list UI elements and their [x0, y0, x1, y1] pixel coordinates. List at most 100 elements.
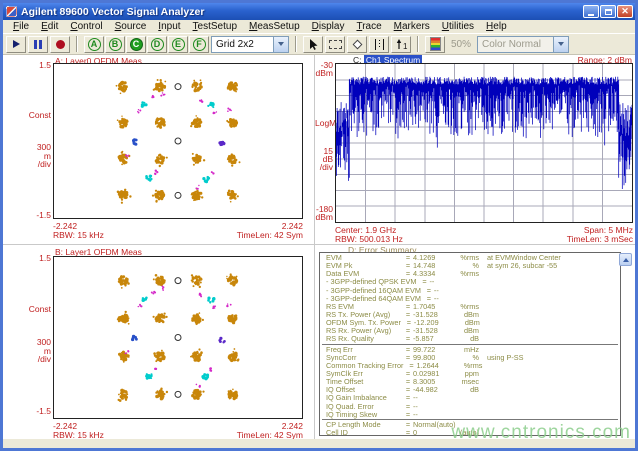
- record-icon: [56, 40, 65, 49]
- menu-edit[interactable]: Edit: [35, 21, 64, 32]
- status-bar: [3, 439, 635, 446]
- trace-a-plot-area[interactable]: [53, 63, 303, 219]
- toolbar-separator: [76, 36, 78, 52]
- trace-b-scale-label: 300 m /div: [5, 338, 51, 364]
- menu-help[interactable]: Help: [480, 21, 513, 32]
- trace-a-rbw-label: RBW: 15 kHz: [53, 230, 104, 240]
- trace-c-ymax-label: -30 dBm: [315, 61, 333, 77]
- trace-button-e[interactable]: E: [168, 36, 188, 53]
- colorbar-icon: [430, 37, 441, 51]
- trace-button-b[interactable]: B: [105, 36, 125, 53]
- zoom-box-icon: [329, 40, 342, 49]
- error-summary-body: EVM=4.1269%rmsat EVMWindow CenterEVM Pk=…: [326, 254, 620, 436]
- trace-a-scale-label: 300 m /div: [5, 143, 51, 169]
- marker-to-peak-button[interactable]: 1: [391, 36, 411, 53]
- trace-b-constellation: [54, 257, 302, 418]
- trace-button-f[interactable]: F: [189, 36, 209, 53]
- minimize-icon: [588, 14, 594, 16]
- marker-to-peak-icon: 1: [395, 38, 408, 51]
- trace-c-ymin-label: -180 dBm: [315, 205, 333, 221]
- menu-markers[interactable]: Markers: [388, 21, 436, 32]
- maximize-button[interactable]: [600, 5, 616, 18]
- menu-utilities[interactable]: Utilities: [436, 21, 480, 32]
- color-mode-value: Color Normal: [478, 37, 553, 52]
- pointer-icon: [307, 38, 319, 51]
- trace-c-timelen-label: TimeLen: 3 mSec: [567, 234, 633, 244]
- trace-button-c[interactable]: C: [126, 36, 146, 53]
- trace-b-plot-area[interactable]: [53, 256, 303, 419]
- window-controls: ✕: [583, 5, 633, 18]
- toolbar: ABCDEF Grid 2x2 1 50%: [3, 34, 635, 55]
- trace-a-format-label: Const: [5, 111, 51, 120]
- trace-buttons: ABCDEF: [84, 36, 209, 53]
- menu-file[interactable]: File: [7, 21, 35, 32]
- app-window: Agilent 89600 Vector Signal Analyzer ✕ F…: [0, 0, 638, 451]
- trace-button-a[interactable]: A: [84, 36, 104, 53]
- trace-b-format-label: Const: [5, 305, 51, 314]
- menu-source[interactable]: Source: [109, 21, 153, 32]
- window-title: Agilent 89600 Vector Signal Analyzer: [21, 6, 583, 18]
- trace-b-timelen-label: TimeLen: 42 Sym: [237, 430, 303, 439]
- trace-letter-f: F: [193, 38, 206, 51]
- trace-c-rbw-label: RBW: 500.013 Hz: [335, 234, 403, 244]
- marker-button[interactable]: [347, 36, 367, 53]
- trace-button-d[interactable]: D: [147, 36, 167, 53]
- menu-trace[interactable]: Trace: [350, 21, 387, 32]
- trace-letter-d: D: [151, 38, 164, 51]
- trace-b-rbw-label: RBW: 15 kHz: [53, 430, 104, 439]
- summary-row: IQ Timing Skew=--: [326, 411, 620, 419]
- trace-letter-b: B: [109, 38, 122, 51]
- pause-icon: [34, 40, 42, 49]
- trace-a-ymax-label: 1.5: [5, 61, 51, 70]
- trace-a-timelen-label: TimeLen: 42 Sym: [237, 230, 303, 240]
- color-zoom-percent: 50%: [447, 39, 475, 50]
- menu-input[interactable]: Input: [152, 21, 186, 32]
- summary-row: RS Rx. Quality=-5.857dB: [326, 335, 620, 343]
- trace-a-constellation: [54, 64, 302, 218]
- scroll-up-button[interactable]: [619, 253, 632, 266]
- menu-testsetup[interactable]: TestSetup: [187, 21, 243, 32]
- trace-b-ymin-label: -1.5: [5, 407, 51, 416]
- menu-meassetup[interactable]: MeasSetup: [243, 21, 306, 32]
- trace-a-ymin-label: -1.5: [5, 211, 51, 220]
- title-bar: Agilent 89600 Vector Signal Analyzer ✕: [3, 3, 635, 20]
- toolbar-separator: [417, 36, 419, 52]
- trace-b-panel: B: Layer1 OFDM Meas 1.5 Const 300 m /div…: [3, 245, 315, 439]
- menu-bar: FileEditControlSourceInputTestSetupMeasS…: [3, 20, 635, 34]
- trace-d-panel: D: Error Summary EVM=4.1269%rmsat EVMWin…: [315, 245, 635, 439]
- error-summary-table: EVM=4.1269%rmsat EVMWindow CenterEVM Pk=…: [319, 252, 621, 436]
- svg-text:1: 1: [403, 42, 408, 51]
- record-button[interactable]: [50, 36, 70, 53]
- trace-b-ymax-label: 1.5: [5, 254, 51, 263]
- close-button[interactable]: ✕: [617, 5, 633, 18]
- trace-a-panel: A: Layer0 OFDM Meas 1.5 Const 300 m /div…: [3, 55, 315, 245]
- menu-control[interactable]: Control: [64, 21, 108, 32]
- minimize-button[interactable]: [583, 5, 599, 18]
- trace-c-plot-area[interactable]: [335, 63, 633, 223]
- marker-diamond-icon: [352, 39, 362, 49]
- trace-letter-e: E: [172, 38, 185, 51]
- play-button[interactable]: [6, 36, 26, 53]
- spectrogram-color-button[interactable]: [425, 36, 445, 53]
- maximize-icon: [605, 9, 612, 15]
- grid-layout-value: Grid 2x2: [212, 37, 273, 52]
- play-icon: [13, 40, 20, 48]
- trace-letter-a: A: [88, 38, 101, 51]
- chevron-down-icon[interactable]: [273, 37, 288, 52]
- grid-layout-select[interactable]: Grid 2x2: [211, 36, 289, 53]
- trace-grid: A: Layer0 OFDM Meas 1.5 Const 300 m /div…: [3, 55, 635, 439]
- band-marker-button[interactable]: [369, 36, 389, 53]
- summary-row: Cell ID=0(auto): [326, 429, 620, 436]
- trace-c-format-label: LogMag: [315, 119, 333, 127]
- chevron-down-icon[interactable]: [553, 37, 568, 52]
- color-mode-select[interactable]: Color Normal: [477, 36, 569, 53]
- zoom-box-button[interactable]: [325, 36, 345, 53]
- trace-c-spectrum: [336, 64, 632, 222]
- menu-display[interactable]: Display: [306, 21, 351, 32]
- pause-button[interactable]: [28, 36, 48, 53]
- trace-letter-c: C: [130, 38, 143, 51]
- toolbar-separator: [295, 36, 297, 52]
- app-icon: [6, 6, 17, 17]
- pointer-tool-button[interactable]: [303, 36, 323, 53]
- band-marker-icon: [373, 38, 386, 51]
